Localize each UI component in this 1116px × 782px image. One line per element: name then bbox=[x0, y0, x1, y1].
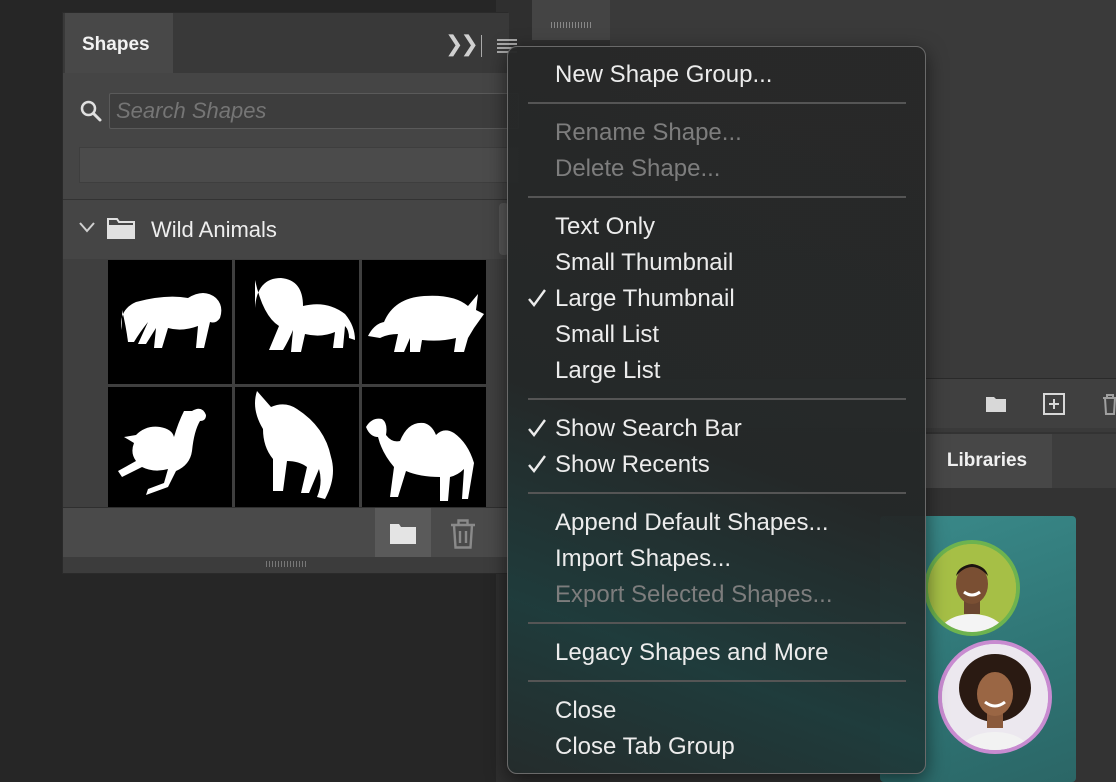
ostrich-icon bbox=[118, 408, 206, 495]
avatar bbox=[938, 640, 1052, 754]
menu-item-export-selected-shapes: Export Selected Shapes... bbox=[555, 581, 833, 608]
trash-icon[interactable] bbox=[1098, 392, 1116, 416]
shape-group-row[interactable]: Wild Animals bbox=[63, 203, 509, 255]
trash-icon[interactable] bbox=[445, 516, 481, 552]
tab-divider bbox=[481, 35, 482, 57]
avatar bbox=[924, 540, 1020, 636]
menu-item-delete-shape: Delete Shape... bbox=[555, 155, 721, 182]
panel-resize-handle[interactable] bbox=[63, 557, 509, 573]
menu-separator bbox=[528, 492, 906, 494]
menu-item-legacy-shapes[interactable]: Legacy Shapes and More bbox=[555, 639, 829, 667]
menu-item-close-tab-group[interactable]: Close Tab Group bbox=[555, 733, 735, 761]
menu-separator bbox=[528, 398, 906, 400]
tiger-icon bbox=[121, 293, 222, 348]
menu-item-small-thumbnail[interactable]: Small Thumbnail bbox=[555, 249, 733, 277]
menu-item-import-shapes[interactable]: Import Shapes... bbox=[555, 545, 731, 573]
divider bbox=[63, 199, 509, 200]
shapes-panel: Shapes ❯❯ Wild Animals bbox=[62, 12, 519, 574]
tab-shapes-label: Shapes bbox=[82, 34, 150, 55]
menu-item-new-shape-group[interactable]: New Shape Group... bbox=[555, 61, 772, 89]
menu-separator bbox=[528, 622, 906, 624]
camel-icon bbox=[366, 418, 474, 501]
menu-item-large-list[interactable]: Large List bbox=[555, 357, 660, 385]
menu-item-large-thumbnail[interactable]: Large Thumbnail bbox=[555, 285, 735, 313]
checkmark-icon bbox=[528, 419, 546, 437]
tab-shapes[interactable]: Shapes bbox=[65, 13, 173, 73]
new-group-button[interactable] bbox=[375, 508, 431, 558]
menu-item-show-search-bar[interactable]: Show Search Bar bbox=[555, 415, 742, 443]
search-icon bbox=[80, 100, 102, 122]
collapse-panel-icon[interactable]: ❯❯ bbox=[445, 31, 479, 57]
search-input[interactable] bbox=[109, 93, 519, 129]
shape-thumbnail-grid bbox=[63, 259, 509, 511]
shape-thumbnail-ostrich[interactable] bbox=[108, 387, 232, 511]
menu-item-show-recents[interactable]: Show Recents bbox=[555, 451, 710, 479]
rhino-icon bbox=[368, 294, 484, 352]
shape-thumbnail-rhino[interactable] bbox=[362, 260, 486, 384]
tab-libraries-label: Libraries bbox=[946, 450, 1028, 471]
folder-icon[interactable] bbox=[984, 392, 1008, 416]
menu-separator bbox=[528, 196, 906, 198]
panel-flyout-menu: New Shape Group... Rename Shape... Delet… bbox=[507, 46, 926, 774]
fox-icon bbox=[255, 391, 333, 499]
folder-icon bbox=[107, 218, 135, 239]
menu-item-text-only[interactable]: Text Only bbox=[555, 213, 655, 241]
lion-icon bbox=[255, 278, 355, 352]
menu-item-small-list[interactable]: Small List bbox=[555, 321, 659, 349]
panel-footer bbox=[63, 507, 509, 558]
menu-separator bbox=[528, 680, 906, 682]
shape-thumbnail-fox[interactable] bbox=[235, 387, 359, 511]
chevron-down-icon[interactable] bbox=[79, 221, 95, 233]
tab-libraries[interactable]: Libraries bbox=[922, 434, 1052, 488]
shape-thumbnail-tiger[interactable] bbox=[108, 260, 232, 384]
folder-icon bbox=[390, 524, 416, 544]
shape-thumbnail-camel[interactable] bbox=[362, 387, 486, 511]
checkmark-icon bbox=[528, 289, 546, 307]
panel-drag-handle[interactable] bbox=[532, 0, 610, 40]
shape-group-label: Wild Animals bbox=[151, 217, 277, 242]
checkmark-icon bbox=[528, 455, 546, 473]
menu-separator bbox=[528, 102, 906, 104]
recents-bar bbox=[79, 147, 519, 183]
add-icon[interactable] bbox=[1042, 392, 1066, 416]
menu-item-rename-shape: Rename Shape... bbox=[555, 119, 742, 146]
menu-item-close[interactable]: Close bbox=[555, 697, 616, 725]
shape-thumbnail-lion[interactable] bbox=[235, 260, 359, 384]
menu-item-append-default-shapes[interactable]: Append Default Shapes... bbox=[555, 509, 829, 537]
